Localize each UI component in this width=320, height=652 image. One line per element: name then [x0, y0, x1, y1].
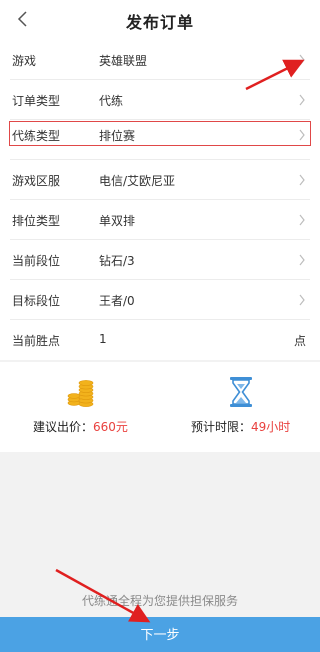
row-value: 电信/艾欧尼亚	[99, 174, 176, 188]
price-value: 660元	[93, 420, 128, 434]
row-label: 订单类型	[12, 94, 61, 108]
suggested-price: 建议出价：660元	[33, 418, 128, 435]
row-label: 游戏	[12, 54, 37, 68]
row-value: 钻石/3	[99, 254, 135, 268]
row-label: 当前段位	[12, 254, 61, 268]
row-label: 目标段位	[12, 294, 61, 308]
form-row-server[interactable]: 游戏区服 电信/艾欧尼亚	[0, 160, 320, 200]
form-row-boost-type[interactable]: 代练类型 排位赛	[0, 120, 320, 160]
price-label: 建议出价：	[33, 420, 94, 434]
chevron-right-icon	[299, 54, 305, 66]
points-unit: 点	[293, 334, 306, 348]
row-value: 排位赛	[99, 129, 136, 143]
row-label: 游戏区服	[12, 174, 61, 188]
row-value: 英雄联盟	[99, 54, 148, 68]
time-value: 49小时	[251, 420, 291, 434]
chevron-right-icon	[299, 174, 305, 186]
row-label: 代练类型	[12, 129, 61, 143]
points-input[interactable]: 1	[99, 332, 107, 346]
time-label: 预计时限：	[191, 420, 252, 434]
page-title: 发布订单	[125, 13, 194, 32]
chevron-right-icon	[299, 214, 305, 226]
estimate-panel: 建议出价：660元 预计时限：49小时	[0, 362, 320, 452]
hourglass-icon	[230, 377, 252, 407]
header-bar: 发布订单	[0, 0, 320, 40]
chevron-right-icon	[299, 294, 305, 306]
order-form: 游戏 英雄联盟 订单类型 代练 代练类型 排位赛 游戏区服 电信/艾欧尼亚 排位…	[0, 40, 320, 360]
form-row-game[interactable]: 游戏 英雄联盟	[0, 40, 320, 80]
form-row-order-type[interactable]: 订单类型 代练	[0, 80, 320, 120]
row-value: 王者/0	[99, 294, 135, 308]
next-step-button[interactable]: 下一步	[0, 617, 320, 652]
form-row-current-rank[interactable]: 当前段位 钻石/3	[0, 240, 320, 280]
form-row-current-points[interactable]: 当前胜点 1 点	[0, 320, 320, 360]
chevron-right-icon	[299, 94, 305, 106]
row-label: 当前胜点	[12, 334, 61, 348]
guarantee-note: 代练通全程为您提供担保服务	[81, 594, 238, 608]
row-value: 代练	[99, 94, 124, 108]
form-row-queue-type[interactable]: 排位类型 单双排	[0, 200, 320, 240]
row-value: 单双排	[99, 214, 136, 228]
row-label: 排位类型	[12, 214, 61, 228]
coins-icon	[67, 380, 94, 407]
chevron-right-icon	[299, 129, 305, 141]
estimated-time: 预计时限：49小时	[191, 418, 290, 435]
form-row-target-rank[interactable]: 目标段位 王者/0	[0, 280, 320, 320]
chevron-right-icon	[299, 254, 305, 266]
